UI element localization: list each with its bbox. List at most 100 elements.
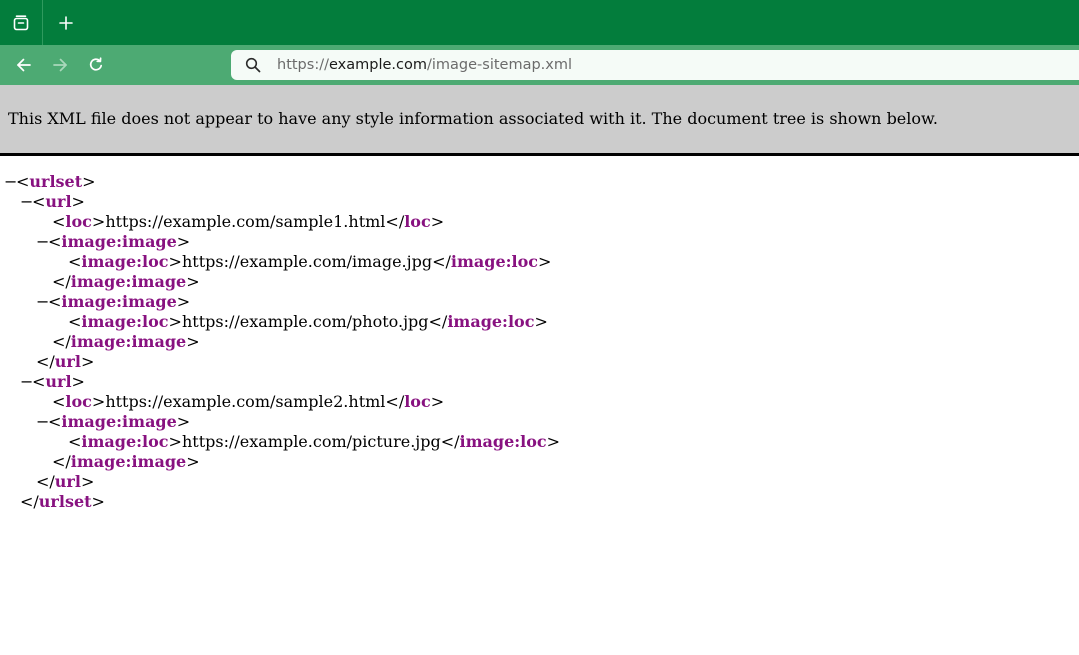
xml-tag-name: image:image <box>70 332 187 351</box>
xml-loc-line: <loc>https://example.com/sample1.html</l… <box>0 212 560 232</box>
xml-image-close: </image:image> <box>0 272 560 292</box>
xml-tag-name: loc <box>65 212 92 231</box>
xml-bracket: < <box>48 412 62 431</box>
xml-bracket: </ <box>52 272 71 291</box>
reload-button[interactable] <box>82 51 110 79</box>
xml-tag-name: loc <box>404 212 431 231</box>
xml-image-loc-value: https://example.com/image.jpg <box>181 252 433 271</box>
xml-tag-name: urlset <box>38 492 92 511</box>
xml-bracket: </ <box>385 392 405 411</box>
xml-tag-name: image:image <box>61 292 177 311</box>
xml-bracket: > <box>80 352 95 371</box>
xml-tag-name: loc <box>404 392 431 411</box>
arrow-left-icon <box>17 58 31 72</box>
xml-bracket: > <box>186 332 200 351</box>
xml-bracket: > <box>91 492 105 511</box>
xml-bracket: > <box>82 172 96 191</box>
xml-bracket: < <box>52 212 66 231</box>
xml-bracket: </ <box>52 452 71 471</box>
arrow-right-icon <box>53 58 67 72</box>
xml-url-open: −<url> <box>0 372 560 392</box>
xml-tag-name: image:image <box>61 232 177 251</box>
xml-bracket: > <box>546 432 561 451</box>
xml-bracket: > <box>91 212 106 231</box>
collapse-toggle[interactable]: − <box>20 192 33 212</box>
xml-url-close: </url> <box>0 352 560 372</box>
xml-bracket: </ <box>52 332 71 351</box>
collapse-toggle[interactable]: − <box>4 172 17 192</box>
xml-bracket: > <box>176 232 191 251</box>
xml-image-close: </image:image> <box>0 332 560 352</box>
xml-bracket: </ <box>440 432 460 451</box>
xml-tag-name: loc <box>65 392 92 411</box>
xml-tag-name: image:loc <box>81 432 169 451</box>
reload-icon <box>89 57 103 71</box>
xml-url-open: −<url> <box>0 192 560 212</box>
xml-bracket: < <box>68 432 82 451</box>
xml-bracket: > <box>91 392 106 411</box>
xml-image-open: −<image:image> <box>0 412 560 432</box>
xml-tag-name: url <box>54 352 81 371</box>
xml-tag-name: url <box>45 372 72 391</box>
xml-tag-name: image:image <box>70 452 187 471</box>
xml-bracket: > <box>430 212 445 231</box>
xml-bracket: > <box>534 312 548 331</box>
xml-bracket: > <box>538 252 552 271</box>
xml-bracket: </ <box>36 472 55 491</box>
xml-bracket: </ <box>36 352 55 371</box>
xml-tag-name: url <box>45 192 72 211</box>
xml-bracket: > <box>71 372 85 391</box>
xml-bracket: > <box>168 432 182 451</box>
xml-bracket: < <box>48 232 62 251</box>
xml-bracket: < <box>68 312 82 331</box>
xml-style-notice: This XML file does not appear to have an… <box>0 85 1079 156</box>
search-icon <box>245 57 261 73</box>
xml-image-loc-value: https://example.com/picture.jpg <box>181 432 441 451</box>
xml-bracket: < <box>68 252 82 271</box>
tab-overview-button[interactable] <box>0 0 43 45</box>
collapse-toggle[interactable]: − <box>36 292 49 312</box>
xml-tag-name: image:image <box>61 412 177 431</box>
url-scheme: https:// <box>277 57 329 73</box>
xml-bracket: > <box>176 412 191 431</box>
xml-image-close: </image:image> <box>0 452 560 472</box>
url-path: /image-sitemap.xml <box>426 57 573 73</box>
plus-icon <box>58 15 73 30</box>
address-bar[interactable]: https://example.com/image-sitemap.xml <box>231 50 1079 80</box>
xml-image-open: −<image:image> <box>0 292 560 312</box>
xml-image-loc-value: https://example.com/photo.jpg <box>181 312 429 331</box>
url-host: example.com <box>328 57 427 73</box>
xml-bracket: > <box>186 272 200 291</box>
xml-tag-name: image:loc <box>81 252 169 271</box>
new-tab-button[interactable] <box>43 0 88 45</box>
collapse-toggle[interactable]: − <box>20 372 33 392</box>
xml-bracket: > <box>430 392 445 411</box>
xml-tag-name: urlset <box>29 172 83 191</box>
xml-loc-line: <loc>https://example.com/sample2.html</l… <box>0 392 560 412</box>
tab-strip <box>0 0 1079 45</box>
url-text[interactable]: https://example.com/image-sitemap.xml <box>277 50 572 80</box>
xml-bracket: > <box>176 292 191 311</box>
xml-urlset-open: −<urlset> <box>0 172 560 192</box>
forward-button[interactable] <box>46 51 74 79</box>
xml-bracket: > <box>71 192 85 211</box>
xml-bracket: > <box>80 472 95 491</box>
xml-tag-name: image:loc <box>447 312 535 331</box>
xml-url-close: </url> <box>0 472 560 492</box>
xml-bracket: </ <box>428 312 448 331</box>
xml-bracket: < <box>32 372 46 391</box>
xml-tag-name: image:loc <box>450 252 539 271</box>
xml-bracket: > <box>168 252 182 271</box>
back-button[interactable] <box>10 51 38 79</box>
collapse-toggle[interactable]: − <box>36 412 49 432</box>
xml-tag-name: url <box>54 472 81 491</box>
xml-image-loc-line: <image:loc>https://example.com/image.jpg… <box>0 252 560 272</box>
xml-bracket: > <box>168 312 182 331</box>
xml-urlset-close: </urlset> <box>0 492 560 512</box>
xml-image-open: −<image:image> <box>0 232 560 252</box>
xml-bracket: < <box>32 192 46 211</box>
xml-loc-value: https://example.com/sample1.html <box>105 212 386 231</box>
xml-bracket: < <box>48 292 62 311</box>
xml-tag-name: image:loc <box>81 312 169 331</box>
collapse-toggle[interactable]: − <box>36 232 49 252</box>
